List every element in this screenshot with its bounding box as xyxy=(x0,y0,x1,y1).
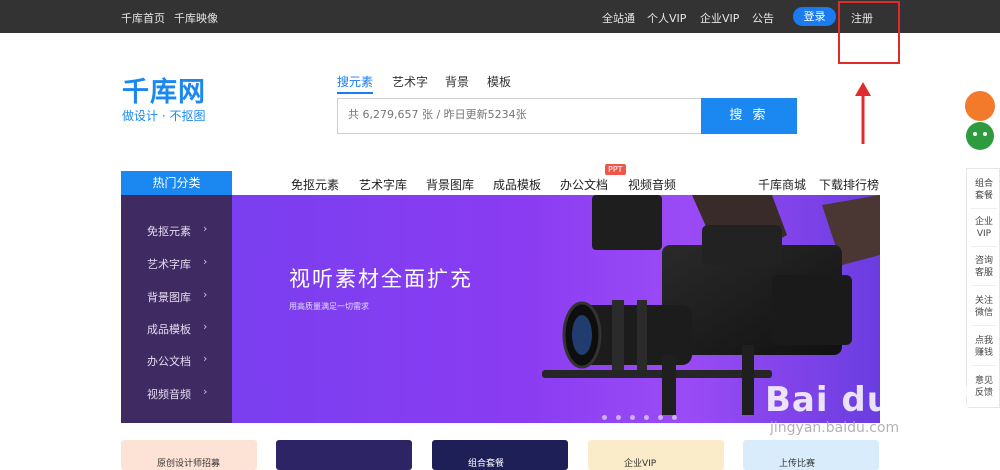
float-item-earn[interactable]: 点我 赚钱 xyxy=(967,335,1000,359)
banner-title: 视听素材全面扩充 xyxy=(289,267,473,291)
sidebar-item-art-text[interactable]: 艺术字库 xyxy=(147,256,191,272)
nav-item-mall[interactable]: 千库商城 xyxy=(758,176,806,193)
nav-item-download-rank[interactable]: 下载排行榜 xyxy=(819,176,879,193)
search-button[interactable]: 搜 索 xyxy=(701,98,797,134)
notice-link[interactable]: 公告 xyxy=(752,10,774,26)
sidebar-item-office-docs[interactable]: 办公文档 xyxy=(147,353,191,369)
chevron-right-icon: › xyxy=(203,352,208,365)
site-logo[interactable]: 千库网 xyxy=(122,70,206,109)
tab-background[interactable]: 背景 xyxy=(445,73,469,90)
card-enterprise-vip[interactable]: 企业VIP xyxy=(588,440,724,470)
sidebar-item-video-audio[interactable]: 视频音频 xyxy=(147,386,191,402)
site-slogan: 做设计 · 不抠图 xyxy=(122,109,206,123)
login-button[interactable]: 登录 xyxy=(793,7,836,26)
sidebar-item-templates[interactable]: 成品模板 xyxy=(147,321,191,337)
personal-vip-link[interactable]: 个人VIP xyxy=(647,10,686,26)
carousel-dots[interactable] xyxy=(602,405,686,423)
category-sidebar: 免抠元素 › 艺术字库 › 背景图库 › 成品模板 › 办公文档 › 视频音频 … xyxy=(121,195,232,423)
hot-category-header: 热门分类 xyxy=(121,171,232,195)
float-item-bundle[interactable]: 组合 套餐 xyxy=(967,178,1000,202)
float-item-support[interactable]: 咨询 客服 xyxy=(967,255,1000,279)
nav-item-art-text[interactable]: 艺术字库 xyxy=(359,176,407,193)
nav-item-backgrounds[interactable]: 背景图库 xyxy=(426,176,474,193)
chevron-right-icon: › xyxy=(203,222,208,235)
annotation-highlight-box xyxy=(838,1,900,64)
chevron-right-icon: › xyxy=(203,385,208,398)
active-tab-indicator xyxy=(337,92,373,94)
float-item-enterprise-vip[interactable]: 企业 VIP xyxy=(967,216,1000,240)
tab-elements[interactable]: 搜元素 xyxy=(337,73,373,90)
tab-art-text[interactable]: 艺术字 xyxy=(392,73,428,90)
quanzhantong-link[interactable]: 全站通 xyxy=(602,10,635,26)
ppt-badge: PPT xyxy=(605,164,626,175)
chevron-right-icon: › xyxy=(203,320,208,333)
search-input[interactable] xyxy=(348,108,688,121)
nav-item-video-audio[interactable]: 视频音频 xyxy=(628,176,676,193)
annotation-arrow-icon xyxy=(855,82,871,144)
card-bundle[interactable]: 组合套餐 xyxy=(432,440,568,470)
float-item-wechat[interactable]: 关注 微信 xyxy=(967,295,1000,319)
card-promo[interactable] xyxy=(276,440,412,470)
nav-item-templates[interactable]: 成品模板 xyxy=(493,176,541,193)
card-designer-recruit[interactable]: 原创设计师招募 xyxy=(121,440,257,470)
sidebar-item-backgrounds[interactable]: 背景图库 xyxy=(147,289,191,305)
baidu-watermark: Bai du 经验 xyxy=(765,380,975,420)
nav-item-elements[interactable]: 免抠元素 xyxy=(291,176,339,193)
tab-template[interactable]: 模板 xyxy=(487,73,511,90)
card-upload-contest[interactable]: 上传比赛 xyxy=(743,440,879,470)
nav-item-office-docs[interactable]: 办公文档 xyxy=(560,176,608,193)
banner-subtitle: 用高质量满足一切需求 xyxy=(289,302,369,311)
baidu-watermark-url: jingyan.baidu.com xyxy=(770,420,900,436)
mascot-promo-icon[interactable] xyxy=(960,88,1000,158)
sidebar-item-elements[interactable]: 免抠元素 xyxy=(147,223,191,239)
home-link[interactable]: 千库首页 xyxy=(121,10,165,26)
enterprise-vip-link[interactable]: 企业VIP xyxy=(700,10,739,26)
chevron-right-icon: › xyxy=(203,255,208,268)
search-box xyxy=(337,98,701,134)
chevron-right-icon: › xyxy=(203,288,208,301)
yingxiang-link[interactable]: 千库映像 xyxy=(174,10,218,26)
